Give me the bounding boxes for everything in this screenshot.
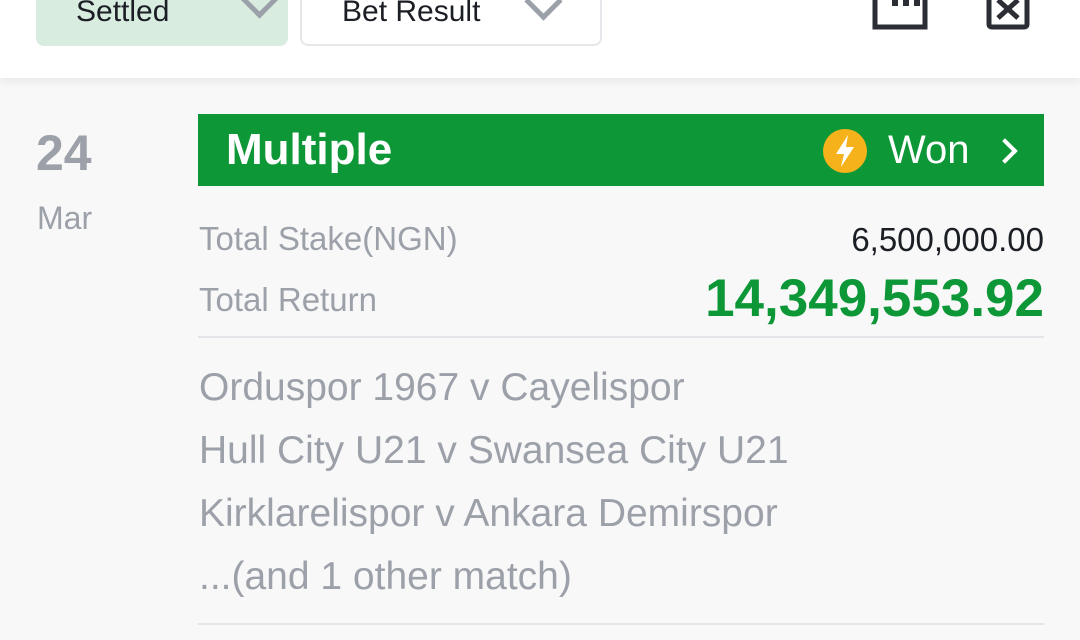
total-return-value: 14,349,553.92 <box>705 269 1044 328</box>
more-matches-note: ...(and 1 other match) <box>199 555 572 598</box>
match-item: Hull City U21 v Swansea City U21 <box>199 429 789 472</box>
divider <box>198 336 1044 338</box>
delete-icon[interactable] <box>984 0 1032 32</box>
lightning-bolt-icon <box>823 129 867 173</box>
bet-result-filter-dropdown[interactable]: Bet Result <box>300 0 602 46</box>
settled-filter-label: Settled <box>76 0 170 28</box>
bet-status-label: Won <box>888 128 970 172</box>
match-item: Orduspor 1967 v Cayelispor <box>199 366 685 409</box>
calendar-icon[interactable] <box>870 0 930 32</box>
bet-result-filter-label: Bet Result <box>342 0 481 28</box>
total-stake-label: Total Stake(NGN) <box>199 220 458 257</box>
bet-date-day: 24 <box>36 125 92 181</box>
bet-card-header[interactable]: Multiple Won <box>198 114 1044 186</box>
chevron-right-icon <box>992 138 1018 164</box>
total-return-label: Total Return <box>199 281 377 318</box>
filter-bar: Settled Bet Result <box>0 0 1080 78</box>
chevron-down-icon <box>240 0 279 19</box>
settled-filter-dropdown[interactable]: Settled <box>36 0 288 46</box>
bet-type-label: Multiple <box>226 125 393 174</box>
bet-date-month: Mar <box>37 200 93 236</box>
chevron-down-icon <box>524 0 563 21</box>
match-item: Kirklarelispor v Ankara Demirspor <box>199 492 778 535</box>
total-stake-value: 6,500,000.00 <box>851 221 1044 258</box>
divider <box>198 623 1044 625</box>
